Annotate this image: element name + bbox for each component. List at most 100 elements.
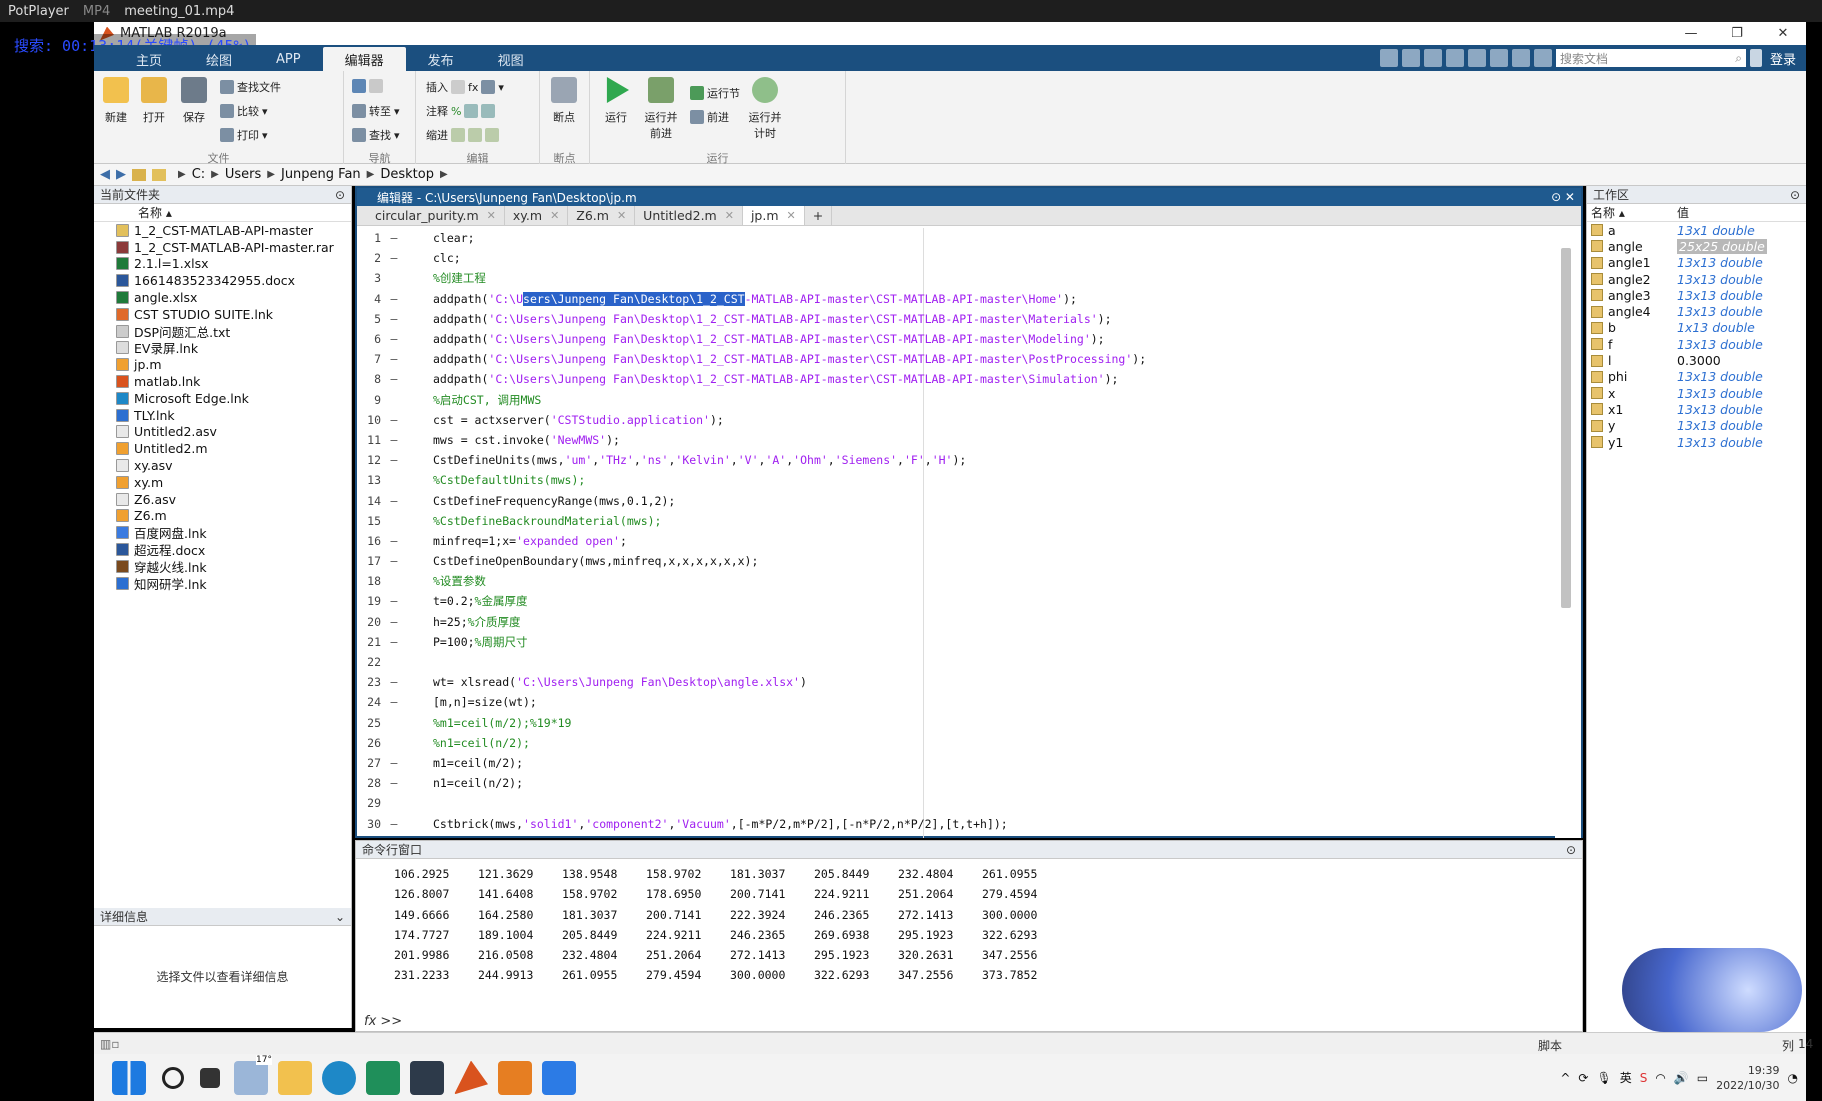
editor-close-icon[interactable]: ⊙ ✕ [1551,190,1575,204]
copy-icon[interactable] [1423,49,1442,67]
file-item[interactable]: Untitled2.asv [94,424,351,441]
file-item[interactable]: 1_2_CST-MATLAB-API-master [94,222,351,239]
breakpoint-marker[interactable]: — [383,817,405,831]
panel-menu-icon[interactable]: ⊙ [1566,843,1576,857]
close-tab-icon[interactable]: ✕ [787,209,796,222]
workspace-var[interactable]: l 0.3000 [1587,352,1806,368]
line-number[interactable]: 7 [357,352,383,366]
volume-icon[interactable]: 🔊 [1674,1071,1689,1085]
workspace-var[interactable]: y1 13x13 double [1587,434,1806,450]
ribbon-tab[interactable]: 绘图 [184,47,254,71]
code-line[interactable]: 27— m1=ceil(m/2); [357,753,1557,773]
workspace-var[interactable]: angle 25x25 double [1587,238,1806,254]
line-number[interactable]: 30 [357,817,383,831]
breakpoint-marker[interactable]: — [383,352,405,366]
search-icon[interactable]: ⌕ [1735,51,1742,66]
breakpoint-marker[interactable]: — [383,433,405,447]
breakpoints-button[interactable]: 断点 [546,77,582,125]
line-number[interactable]: 26 [357,736,383,750]
line-number[interactable]: 11 [357,433,383,447]
file-item[interactable]: DSP问题汇总.txt [94,323,351,340]
up-folder-icon[interactable] [132,168,146,181]
breakpoint-marker[interactable]: — [383,594,405,608]
panel-menu-icon[interactable]: ⊙ [335,188,345,202]
clock[interactable]: 19:39 2022/10/30 [1716,1063,1779,1093]
compare-button[interactable]: 比较 ▾ [220,103,268,119]
browse-folder-icon[interactable] [152,168,166,181]
file-item[interactable]: xy.m [94,474,351,491]
breakpoint-marker[interactable]: — [383,372,405,386]
breakpoint-marker[interactable]: — [383,312,405,326]
line-number[interactable]: 16 [357,534,383,548]
file-item[interactable]: 穿越火线.lnk [94,558,351,575]
redo-icon[interactable] [1489,49,1508,67]
line-number[interactable]: 15 [357,514,383,528]
ws-name-header[interactable]: 名称 ▴ [1587,204,1677,221]
code-line[interactable]: 14— CstDefineFrequencyRange(mws,0.1,2); [357,490,1557,510]
file-item[interactable]: Z6.asv [94,491,351,508]
battery-icon[interactable]: ▭ [1697,1071,1708,1085]
file-item[interactable]: Microsoft Edge.lnk [94,390,351,407]
line-number[interactable]: 18 [357,574,383,588]
line-number[interactable]: 12 [357,453,383,467]
code-line[interactable]: 26 %n1=ceil(n/2); [357,733,1557,753]
workspace-var[interactable]: angle2 13x13 double [1587,271,1806,287]
app-icon[interactable] [410,1060,444,1095]
chevron-down-icon[interactable]: ⌄ [335,910,345,924]
code-line[interactable]: 24— [m,n]=size(wt); [357,692,1557,712]
line-number[interactable]: 29 [357,796,383,810]
line-number[interactable]: 21 [357,635,383,649]
save-button[interactable]: 保存 [176,77,212,125]
breakpoint-marker[interactable]: — [383,494,405,508]
comment-button[interactable]: 注释% [426,103,496,119]
line-number[interactable]: 9 [357,393,383,407]
code-area[interactable]: 1— clear; 2— clc; 3 %创建工程 4— addpath('C:\U sers\… [357,228,1557,838]
insert-button[interactable]: 插入 fx ▾ [426,79,504,95]
close-tab-icon[interactable]: ✕ [550,209,559,222]
breakpoint-marker[interactable]: — [383,251,405,265]
file-item[interactable]: jp.m [94,356,351,373]
help-icon[interactable] [1533,49,1552,67]
ribbon-tab[interactable]: APP [254,47,323,71]
ws-value-header[interactable]: 值 [1677,204,1689,221]
restore-button[interactable]: ❐ [1714,22,1760,45]
open-button[interactable]: 打开 [136,77,172,125]
sublime-icon[interactable] [498,1060,532,1095]
bell-icon[interactable] [1749,49,1762,67]
ime-icon[interactable]: 英 [1620,1069,1632,1086]
code-line[interactable]: 11— mws = cst.invoke('NewMWS'); [357,430,1557,450]
workspace-var[interactable]: b 1x13 double [1587,320,1806,336]
goto-button[interactable]: 转至 ▾ [352,103,400,119]
code-line[interactable]: 12— CstDefineUnits(mws,'um', 'THz','ns', 'K… [357,450,1557,470]
line-number[interactable]: 19 [357,594,383,608]
edge-icon[interactable] [322,1060,356,1095]
editor-tab[interactable]: Z6.m ✕ [568,206,636,225]
line-number[interactable]: 28 [357,776,383,790]
doc-search-input[interactable]: 搜索文档 ⌕ [1555,49,1746,67]
breakpoint-marker[interactable]: — [383,615,405,629]
breakpoint-marker[interactable]: — [383,756,405,770]
workspace-var[interactable]: angle4 13x13 double [1587,303,1806,319]
print-button[interactable]: 打印 ▾ [220,127,268,143]
code-line[interactable]: 6— addpath('C:\Users\Junpeng Fan\Desktop\… [357,329,1557,349]
code-line[interactable]: 21— P=100; %周期尺寸 [357,632,1557,652]
line-number[interactable]: 24 [357,695,383,709]
path-user[interactable]: Junpeng Fan [281,167,361,182]
close-tab-icon[interactable]: ✕ [617,209,626,222]
new-button[interactable]: 新建 [98,77,134,125]
forward-icon[interactable]: ▶ [116,167,126,182]
file-item[interactable]: 1_2_CST-MATLAB-API-master.rar [94,239,351,256]
notification-icon[interactable]: ◔ [1788,1071,1798,1085]
line-number[interactable]: 17 [357,554,383,568]
code-line[interactable]: 20— h=25; %介质厚度 [357,612,1557,632]
antivirus-icon[interactable]: S [1640,1071,1648,1085]
tray-sync-icon[interactable]: ⟳ [1578,1071,1588,1085]
breakpoint-marker[interactable]: — [383,695,405,709]
code-line[interactable]: 30— Cstbrick(mws,'solid1','component2', 'V… [357,813,1557,833]
mic-icon[interactable]: 🎙 [1596,1071,1611,1085]
photos-icon[interactable] [542,1060,576,1095]
fx-icon[interactable]: fx [468,81,478,94]
line-number[interactable]: 20 [357,615,383,629]
file-explorer-icon[interactable] [278,1060,312,1095]
code-line[interactable]: 28— n1=ceil(n/2); [357,773,1557,793]
